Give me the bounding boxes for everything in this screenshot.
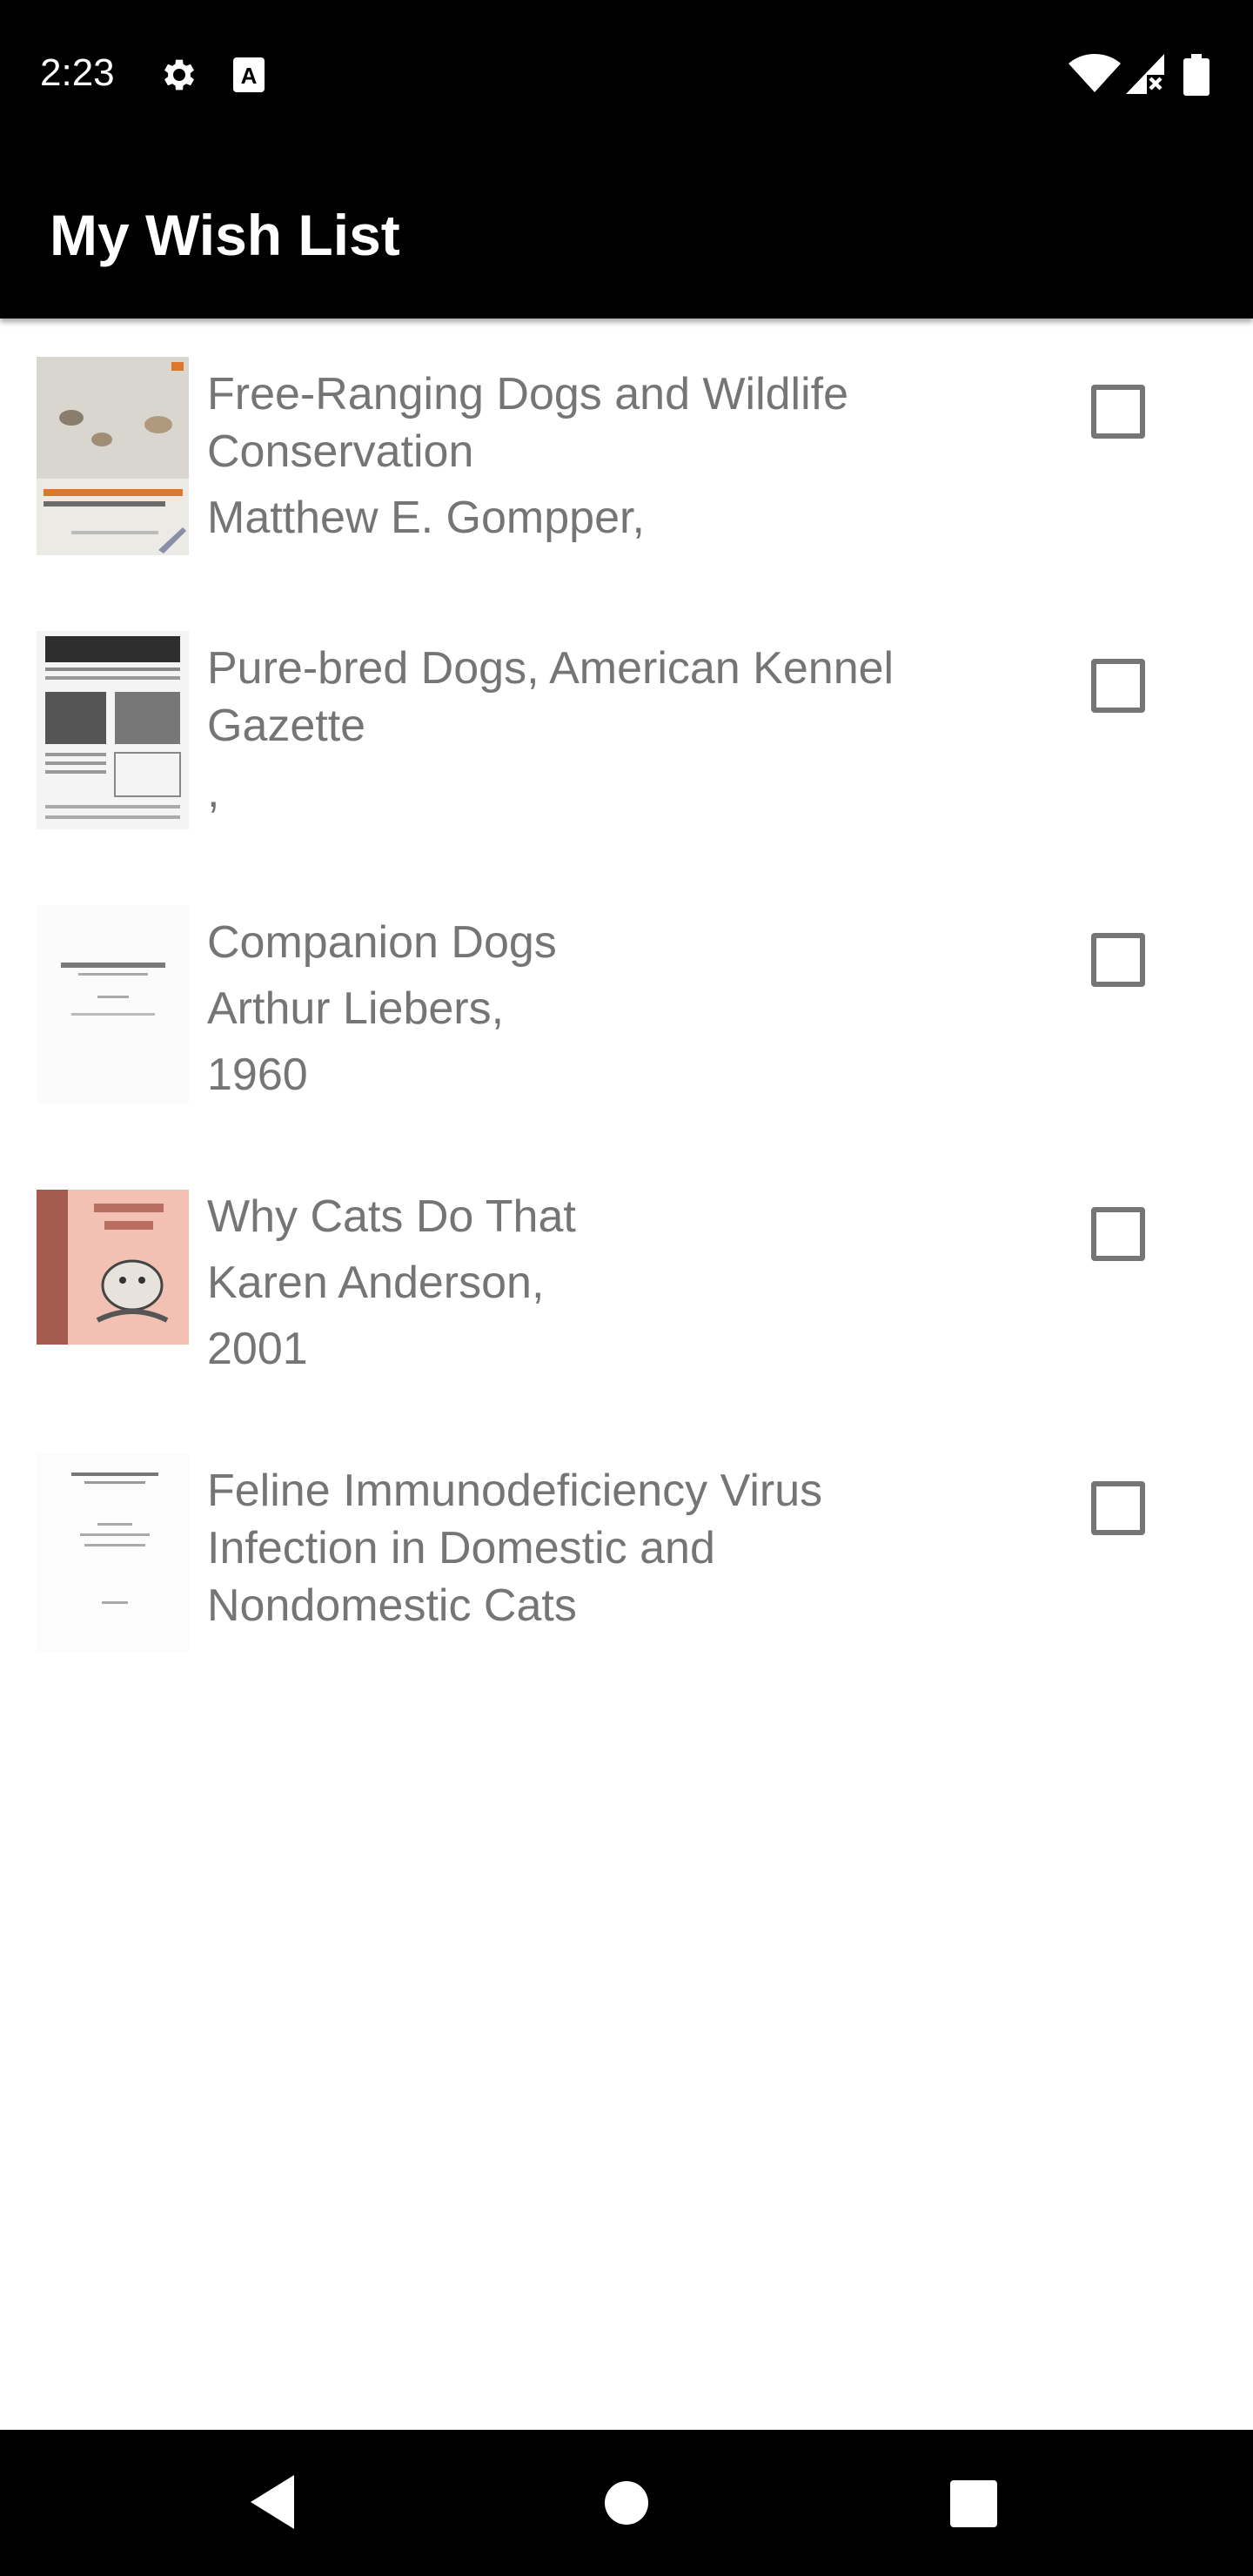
page-title: My Wish List xyxy=(50,203,400,267)
status-bar: 2:23 A xyxy=(0,0,1253,148)
book-year: 2001 xyxy=(207,1324,308,1374)
book-cover-image xyxy=(37,905,189,1104)
wish-checkbox[interactable] xyxy=(1091,659,1145,713)
list-item[interactable]: Feline Immunodeficiency Virus Infection … xyxy=(0,1453,1253,1654)
text-a-icon: A xyxy=(231,56,266,98)
book-year: 1960 xyxy=(207,1050,308,1100)
list-item[interactable]: Pure-bred Dogs, American Kennel Gazette … xyxy=(0,631,1253,905)
book-title: Why Cats Do That xyxy=(207,1191,576,1242)
book-title: Free-Ranging Dogs and Wildlife Conservat… xyxy=(207,369,849,477)
wish-checkbox[interactable] xyxy=(1091,1207,1145,1261)
wish-list[interactable]: Free-Ranging Dogs and Wildlife Conservat… xyxy=(0,322,1253,1654)
book-cover-image xyxy=(37,631,189,829)
home-icon[interactable] xyxy=(604,2480,649,2530)
book-cover-image xyxy=(37,357,189,555)
book-author: Arthur Liebers, xyxy=(207,983,505,1034)
wish-checkbox[interactable] xyxy=(1091,385,1145,439)
signal-icon xyxy=(1126,54,1164,98)
book-info: Pure-bred Dogs, American Kennel Gazette … xyxy=(207,640,964,821)
battery-icon xyxy=(1183,54,1209,100)
book-title: Companion Dogs xyxy=(207,917,557,968)
book-info: Why Cats Do That Karen Anderson, 2001 xyxy=(207,1188,964,1378)
back-icon[interactable] xyxy=(251,2475,298,2533)
book-cover-image xyxy=(37,1453,189,1652)
wifi-icon xyxy=(1069,54,1121,98)
list-item[interactable]: Companion Dogs Arthur Liebers, 1960 xyxy=(0,905,1253,1179)
list-item[interactable]: Free-Ranging Dogs and Wildlife Conservat… xyxy=(0,357,1253,631)
app-bar: My Wish List xyxy=(0,148,1253,319)
book-author: Matthew E. Gompper, xyxy=(207,493,645,543)
wish-checkbox[interactable] xyxy=(1091,1481,1145,1535)
book-info: Feline Immunodeficiency Virus Infection … xyxy=(207,1462,964,1634)
book-author: Karen Anderson, xyxy=(207,1258,545,1308)
svg-text:A: A xyxy=(241,63,258,89)
book-info: Companion Dogs Arthur Liebers, 1960 xyxy=(207,914,964,1104)
book-info: Free-Ranging Dogs and Wildlife Conservat… xyxy=(207,366,964,547)
book-title: Pure-bred Dogs, American Kennel Gazette xyxy=(207,643,895,751)
wish-checkbox[interactable] xyxy=(1091,933,1145,987)
status-time: 2:23 xyxy=(40,51,115,94)
book-author: , xyxy=(207,767,220,817)
navigation-bar xyxy=(0,2430,1253,2576)
list-item[interactable]: Why Cats Do That Karen Anderson, 2001 xyxy=(0,1179,1253,1453)
book-title: Feline Immunodeficiency Virus Infection … xyxy=(207,1466,823,1631)
gear-icon xyxy=(158,54,200,100)
book-cover-image xyxy=(37,1190,189,1345)
recents-icon[interactable] xyxy=(950,2480,997,2532)
